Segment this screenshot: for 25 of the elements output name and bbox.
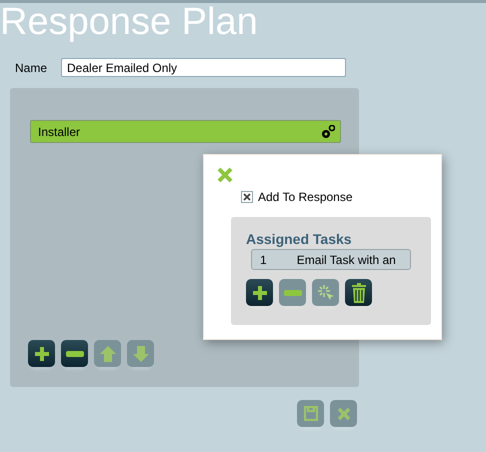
plus-icon [34,346,50,362]
trash-icon [352,282,366,302]
arrow-up-icon [100,346,116,362]
add-button[interactable] [246,279,273,306]
name-field[interactable]: Dealer Emailed Only [61,58,346,77]
task-name: Email Task with an [296,252,396,266]
close-icon [336,406,350,420]
page-title: Response Plan [0,3,259,41]
add-button[interactable] [28,340,55,367]
arrow-down-icon [132,346,148,362]
gears-icon [321,124,335,138]
contact-item[interactable]: Installer [30,120,341,143]
remove-button[interactable] [61,340,88,367]
close-button[interactable] [217,167,233,183]
sparkle-cursor-icon [316,284,334,302]
task-item[interactable]: 1 Email Task with an [251,249,411,270]
name-label: Name [15,60,48,74]
minus-icon [66,350,84,356]
minus-icon [284,290,302,296]
checkbox[interactable] [241,191,253,203]
task-number: 1 [260,252,267,266]
section-title: Assigned Tasks [246,231,353,247]
delete-button[interactable] [345,279,372,306]
checkbox-label: Add To Response [258,190,353,204]
plus-icon [252,284,268,300]
